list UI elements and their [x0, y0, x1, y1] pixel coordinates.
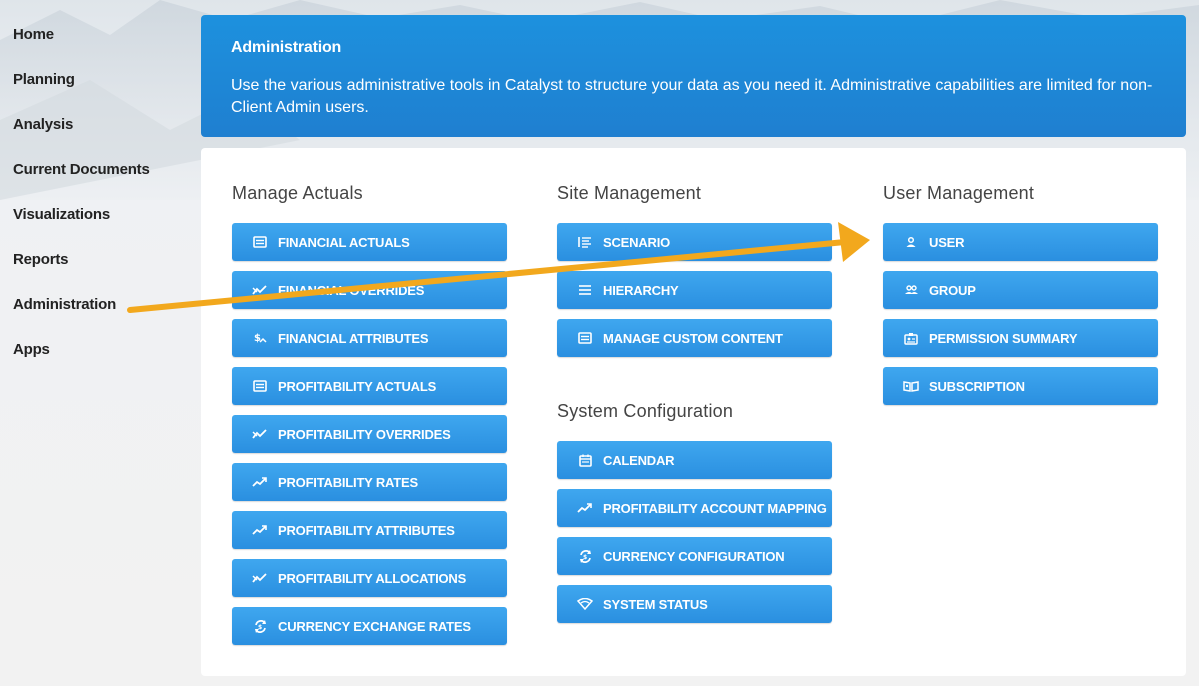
system-configuration-heading: System Configuration [557, 401, 734, 421]
table-icon [577, 330, 593, 346]
user-label: USER [929, 234, 965, 250]
permission-summary-label: PERMISSION SUMMARY [929, 330, 1078, 346]
administration-banner: Administration Use the various administr… [201, 15, 1186, 137]
profitability-rates-button[interactable]: PROFITABILITY RATES [232, 463, 507, 501]
profitability-account-mapping-label: PROFITABILITY ACCOUNT MAPPING [603, 500, 827, 516]
group-button[interactable]: GROUP [883, 271, 1158, 309]
profitability-allocations-label: PROFITABILITY ALLOCATIONS [278, 570, 467, 586]
currency-configuration-button[interactable]: $ CURRENCY CONFIGURATION [557, 537, 832, 575]
profitability-overrides-label: PROFITABILITY OVERRIDES [278, 426, 451, 442]
profitability-attributes-label: PROFITABILITY ATTRIBUTES [278, 522, 455, 538]
financial-attributes-label: FINANCIAL ATTRIBUTES [278, 330, 429, 346]
subscription-icon [903, 378, 919, 394]
currency-exchange-icon: $ [252, 618, 268, 634]
override-chart-icon [252, 426, 268, 442]
profitability-account-mapping-button[interactable]: PROFITABILITY ACCOUNT MAPPING [557, 489, 832, 527]
financial-actuals-button[interactable]: FINANCIAL ACTUALS [232, 223, 507, 261]
system-status-label: SYSTEM STATUS [603, 596, 708, 612]
page-title: Administration [231, 39, 342, 56]
svg-text:$: $ [258, 624, 262, 631]
manage-actuals-heading: Manage Actuals [232, 183, 363, 203]
trend-icon [577, 500, 593, 516]
hierarchy-button[interactable]: HIERARCHY [557, 271, 832, 309]
financial-overrides-label: FINANCIAL OVERRIDES [278, 282, 425, 298]
profitability-actuals-button[interactable]: PROFITABILITY ACTUALS [232, 367, 507, 405]
sidebar-item-current-documents[interactable]: Current Documents [13, 161, 150, 178]
attribute-icon: $ [252, 330, 268, 346]
table-icon [252, 378, 268, 394]
currency-configuration-label: CURRENCY CONFIGURATION [603, 548, 785, 564]
profitability-allocations-button[interactable]: PROFITABILITY ALLOCATIONS [232, 559, 507, 597]
profitability-attributes-button[interactable]: PROFITABILITY ATTRIBUTES [232, 511, 507, 549]
financial-attributes-button[interactable]: $ FINANCIAL ATTRIBUTES [232, 319, 507, 357]
override-chart-icon [252, 282, 268, 298]
sidebar-item-visualizations[interactable]: Visualizations [13, 206, 110, 223]
sidebar-item-reports[interactable]: Reports [13, 251, 68, 268]
system-status-button[interactable]: SYSTEM STATUS [557, 585, 832, 623]
currency-exchange-rates-label: CURRENCY EXCHANGE RATES [278, 618, 471, 634]
svg-text:$: $ [254, 333, 261, 344]
financial-actuals-label: FINANCIAL ACTUALS [278, 234, 410, 250]
sidebar-item-administration[interactable]: Administration [13, 296, 116, 313]
calendar-icon [577, 452, 593, 468]
svg-text:$: $ [583, 554, 587, 561]
profitability-rates-label: PROFITABILITY RATES [278, 474, 418, 490]
hierarchy-label: HIERARCHY [603, 282, 679, 298]
group-icon [903, 282, 919, 298]
list-icon [577, 282, 593, 298]
scenario-label: SCENARIO [603, 234, 671, 250]
user-button[interactable]: USER [883, 223, 1158, 261]
subscription-button[interactable]: SUBSCRIPTION [883, 367, 1158, 405]
sidebar-item-apps[interactable]: Apps [13, 341, 50, 358]
user-management-heading: User Management [883, 183, 1035, 203]
manage-custom-content-label: MANAGE CUSTOM CONTENT [603, 330, 783, 346]
scenario-icon [577, 234, 593, 250]
sidebar-item-analysis[interactable]: Analysis [13, 116, 73, 133]
table-icon [252, 234, 268, 250]
currency-exchange-icon: $ [577, 548, 593, 564]
sidebar-item-planning[interactable]: Planning [13, 71, 75, 88]
profitability-actuals-label: PROFITABILITY ACTUALS [278, 378, 437, 394]
wifi-icon [577, 596, 593, 612]
sidebar-item-home[interactable]: Home [13, 26, 54, 43]
currency-exchange-rates-button[interactable]: $ CURRENCY EXCHANGE RATES [232, 607, 507, 645]
calendar-label: CALENDAR [603, 452, 675, 468]
profitability-overrides-button[interactable]: PROFITABILITY OVERRIDES [232, 415, 507, 453]
permission-summary-button[interactable]: PERMISSION SUMMARY [883, 319, 1158, 357]
subscription-label: SUBSCRIPTION [929, 378, 1025, 394]
banner-description: Use the various administrative tools in … [231, 77, 1153, 116]
admin-tools-panel: Manage Actuals FINANCIAL ACTUALS FINANCI… [201, 148, 1186, 676]
site-management-heading: Site Management [557, 183, 702, 203]
trend-icon [252, 474, 268, 490]
calendar-button[interactable]: CALENDAR [557, 441, 832, 479]
user-icon [903, 234, 919, 250]
financial-overrides-button[interactable]: FINANCIAL OVERRIDES [232, 271, 507, 309]
group-label: GROUP [929, 282, 976, 298]
manage-custom-content-button[interactable]: MANAGE CUSTOM CONTENT [557, 319, 832, 357]
override-chart-icon [252, 570, 268, 586]
scenario-button[interactable]: SCENARIO [557, 223, 832, 261]
id-badge-icon [903, 330, 919, 346]
trend-icon [252, 522, 268, 538]
